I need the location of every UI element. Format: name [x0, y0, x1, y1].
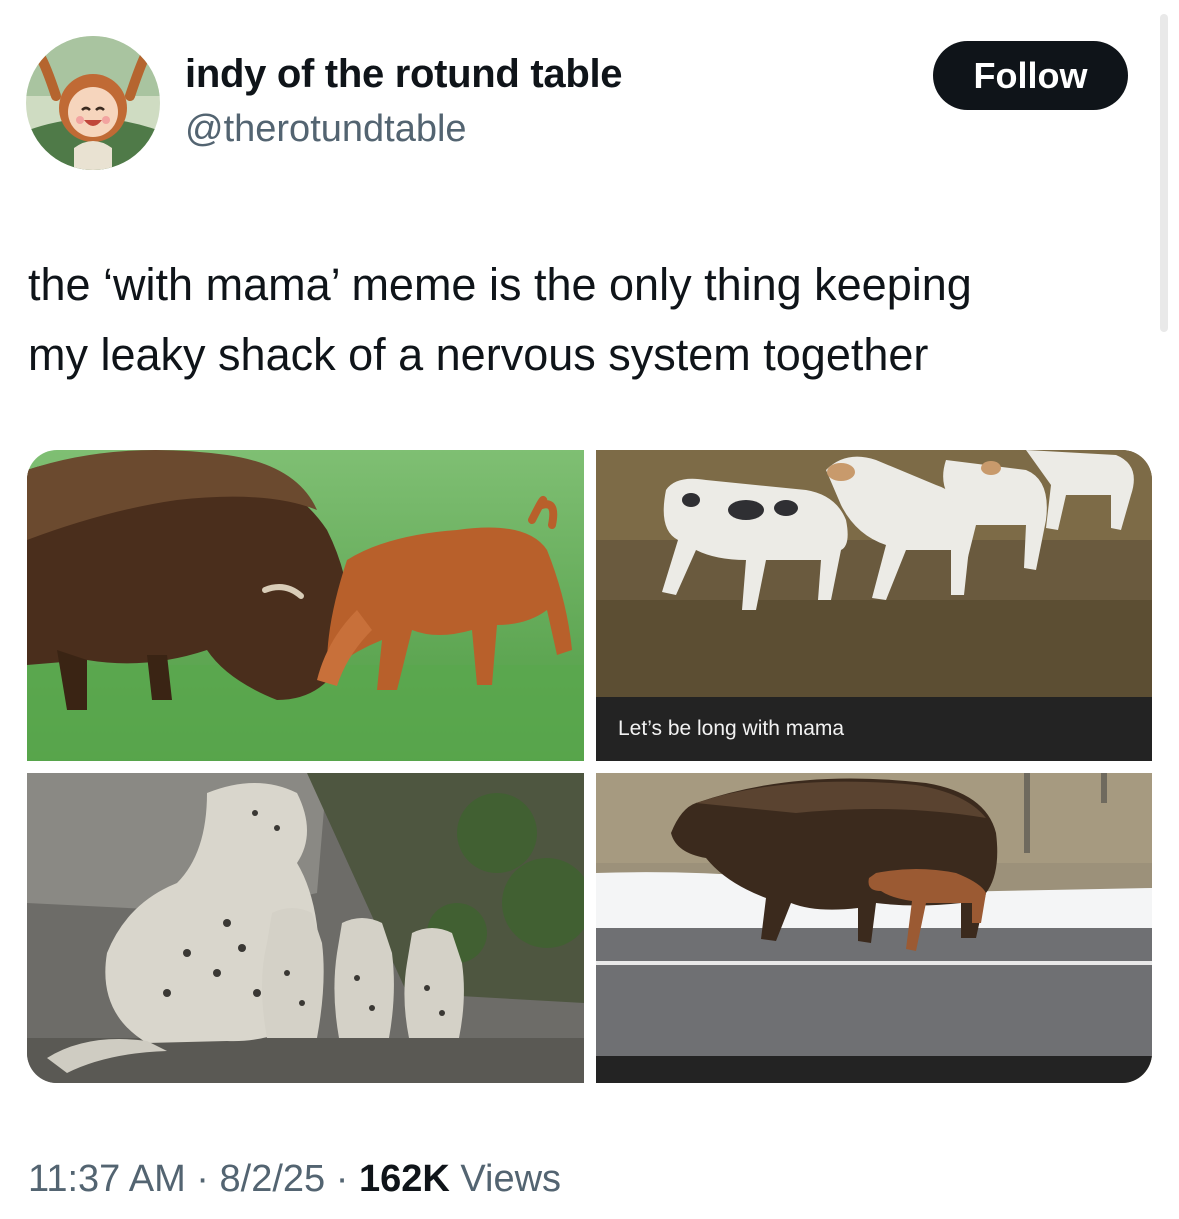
- tweet-meta: 11:37 AM · 8/2/25 · 162K Views: [28, 1158, 561, 1201]
- bison-calf-image: [27, 450, 584, 761]
- follow-button[interactable]: Follow: [933, 41, 1128, 110]
- cartoon-girl-avatar-icon: [26, 36, 160, 170]
- media-image-1[interactable]: [27, 450, 584, 761]
- media-image-3[interactable]: [27, 773, 584, 1083]
- author-display-name[interactable]: indy of the rotund table: [185, 52, 623, 97]
- tweet-text-line: the ‘with mama’ meme is the only thing k…: [28, 259, 972, 310]
- scrollbar[interactable]: [1160, 14, 1168, 332]
- meta-separator: ·: [325, 1158, 359, 1200]
- image-caption: Let’s be long with mama: [596, 697, 1152, 761]
- tweet-text-line: my leaky shack of a nervous system toget…: [28, 329, 929, 380]
- views-count: 162K: [358, 1158, 450, 1200]
- bison-road-image: [596, 773, 1152, 1083]
- tweet-time[interactable]: 11:37 AM: [28, 1158, 186, 1200]
- media-image-2[interactable]: Let’s be long with mama: [596, 450, 1152, 761]
- media-grid: Let’s be long with mama: [27, 450, 1152, 1083]
- author-handle[interactable]: @therotundtable: [185, 108, 467, 151]
- avatar[interactable]: [26, 36, 160, 170]
- tweet-text: the ‘with mama’ meme is the only thing k…: [28, 250, 1138, 390]
- views-label: Views: [449, 1158, 562, 1200]
- tweet-date[interactable]: 8/2/25: [220, 1158, 326, 1200]
- media-image-4[interactable]: [596, 773, 1152, 1083]
- meta-separator: ·: [185, 1158, 220, 1200]
- snow-leopards-image: [27, 773, 584, 1083]
